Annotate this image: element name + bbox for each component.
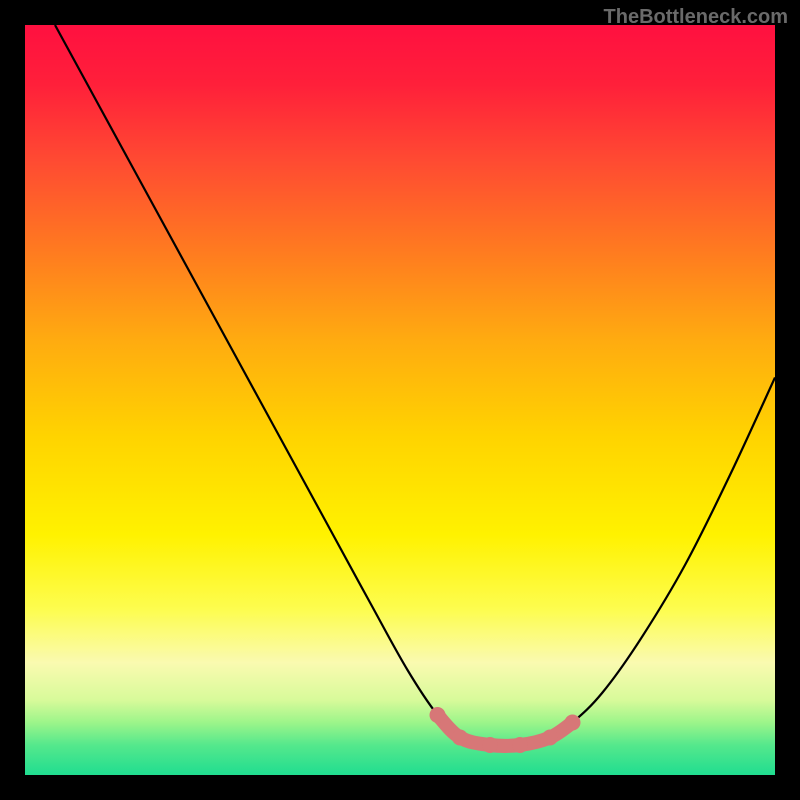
chart-svg	[25, 25, 775, 775]
highlight-dot	[512, 737, 528, 753]
gradient-background	[25, 25, 775, 775]
plot-area	[25, 25, 775, 775]
watermark-text: TheBottleneck.com	[604, 6, 788, 29]
highlight-dot	[430, 707, 446, 723]
highlight-dot	[565, 715, 581, 731]
highlight-dot	[482, 737, 498, 753]
chart-container: TheBottleneck.com	[0, 0, 800, 800]
highlight-dot	[542, 730, 558, 746]
highlight-dot	[452, 730, 468, 746]
